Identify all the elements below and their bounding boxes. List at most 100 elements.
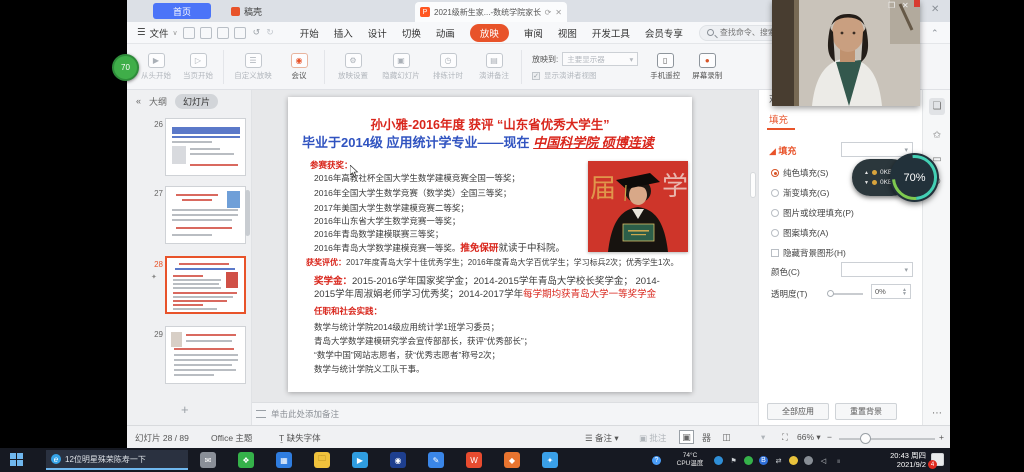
screen-record-button[interactable]: ● 屏幕录制 xyxy=(686,53,728,81)
normal-view-icon[interactable]: ▣ xyxy=(679,430,694,444)
video-close-hot-corner[interactable] xyxy=(914,0,920,7)
preview-icon[interactable] xyxy=(234,27,246,39)
video-restore-icon[interactable]: ❐ xyxy=(888,1,895,10)
action-center-icon[interactable]: 4 xyxy=(931,453,944,466)
taskbar-app-icon[interactable]: ✎ xyxy=(428,452,444,468)
taskbar-wps-icon[interactable]: W xyxy=(466,452,482,468)
tray-network-share-icon[interactable]: ⇄ xyxy=(774,456,783,465)
taskbar-app-icon[interactable]: ▶ xyxy=(352,452,368,468)
tray-bluetooth-icon[interactable]: B xyxy=(759,456,768,465)
tray-usb-icon[interactable] xyxy=(804,456,813,465)
notes-bar[interactable]: 单击此处添加备注 xyxy=(252,402,758,425)
video-close-icon[interactable]: ✕ xyxy=(902,1,909,10)
tray-flag-icon[interactable]: ⚑ xyxy=(729,456,738,465)
smart-features-star-icon[interactable]: ✩ xyxy=(929,130,945,141)
notes-toggle[interactable]: ☰ 备注 ▾ xyxy=(585,432,619,444)
fit-slide-icon[interactable]: ⛶ xyxy=(782,432,788,443)
close-tab-icon[interactable]: ✕ xyxy=(555,8,562,17)
taskbar-clock[interactable]: 20:43 周四 2021/9/2 xyxy=(868,451,926,469)
window-close-icon[interactable]: ✕ xyxy=(931,4,939,15)
print-icon[interactable] xyxy=(200,27,212,39)
file-menu[interactable]: ☰ 文件 ∨ xyxy=(127,26,178,40)
menu-start[interactable]: 开始 xyxy=(300,26,319,40)
memory-usage-ring[interactable]: 70% xyxy=(890,153,939,202)
taskbar-app-icon[interactable]: ✉ xyxy=(200,452,216,468)
taskbar-app-icon[interactable]: ▦ xyxy=(276,452,292,468)
taskbar-folder-icon[interactable]: 🗀 xyxy=(314,452,330,468)
zoom-slider[interactable] xyxy=(839,438,935,440)
menu-transition[interactable]: 切换 xyxy=(402,26,421,40)
fill-type-dropdown[interactable]: ▾ xyxy=(841,142,913,157)
hide-background-checkbox[interactable] xyxy=(771,249,779,257)
meeting-button[interactable]: ◉ 会议 xyxy=(278,53,320,81)
missing-font-indicator[interactable]: Ṯ 缺失字体 xyxy=(279,432,321,444)
chevron-down-icon[interactable]: ▾ xyxy=(761,432,765,443)
tab-outline[interactable]: 大纲 xyxy=(149,95,167,108)
export-icon[interactable] xyxy=(217,27,229,39)
pattern-fill-radio[interactable] xyxy=(771,229,779,237)
redo-icon[interactable]: ↻ xyxy=(266,27,274,38)
zoom-slider-thumb[interactable] xyxy=(860,433,871,444)
picture-fill-radio[interactable] xyxy=(771,209,779,217)
tray-app-icon[interactable] xyxy=(714,456,723,465)
zoom-level[interactable]: 66% ▾ xyxy=(797,432,821,443)
slide-thumbnail-27[interactable] xyxy=(165,186,246,244)
menu-review[interactable]: 审阅 xyxy=(524,26,543,40)
tray-volume-icon[interactable]: ◁ xyxy=(819,456,828,465)
collapse-panel-icon[interactable]: « xyxy=(136,96,141,106)
slide-28[interactable]: 孙小雅-2016年度 获评 “山东省优秀大学生” 毕业于2014级 应用统计学专… xyxy=(288,97,692,392)
theme-name[interactable]: Office 主题 xyxy=(211,432,252,444)
menu-view[interactable]: 视图 xyxy=(558,26,577,40)
rehearse-button[interactable]: ◷ 排练计时 xyxy=(425,53,471,81)
color-dropdown[interactable]: ▾ xyxy=(841,262,913,277)
comments-toggle[interactable]: ▣ 批注 xyxy=(639,432,666,444)
taskbar-browser-button[interactable]: e 12位明星殊荣陈寿一下 xyxy=(46,450,188,470)
taskbar-app-icon[interactable]: ✦ xyxy=(542,452,558,468)
tray-green-icon[interactable] xyxy=(744,456,753,465)
tray-wifi-icon[interactable]: ₗₗ xyxy=(834,456,843,465)
undo-icon[interactable]: ↺ xyxy=(253,27,261,38)
tray-yellow-icon[interactable] xyxy=(789,456,798,465)
gradient-fill-radio[interactable] xyxy=(771,189,779,197)
taskbar-meeting-icon[interactable]: ◉ xyxy=(390,452,406,468)
apply-all-button[interactable]: 全部应用 xyxy=(767,403,829,420)
fill-tab[interactable]: 填充 xyxy=(769,112,788,126)
show-settings-button[interactable]: ⚙ 放映设置 xyxy=(329,53,377,81)
reading-view-icon[interactable]: ◫ xyxy=(719,430,734,444)
transparency-slider[interactable] xyxy=(829,293,863,295)
menu-insert[interactable]: 插入 xyxy=(334,26,353,40)
zoom-in-button[interactable]: + xyxy=(939,432,944,442)
custom-show-button[interactable]: ☰ 自定义放映 xyxy=(228,53,278,81)
booster-ball[interactable]: 70 xyxy=(112,54,139,81)
transparency-value-box[interactable]: 0% ▲▼ xyxy=(871,284,911,299)
presenter-view-checkbox[interactable]: ✓ xyxy=(532,72,540,80)
add-slide-button[interactable]: + xyxy=(181,402,189,417)
menu-slideshow-active[interactable]: 放映 xyxy=(470,24,509,42)
display-monitor-select[interactable]: 主要显示器 ▾ xyxy=(562,52,638,66)
cpu-temperature[interactable]: 74°C CPU温度 xyxy=(672,452,708,468)
thumbnail-scrollbar[interactable] xyxy=(245,190,250,236)
tab-document[interactable]: P 2021级新生家...-数统学院家长会 ⟳ ✕ xyxy=(415,2,567,22)
slide-thumbnail-28-selected[interactable] xyxy=(165,256,246,314)
phone-remote-button[interactable]: ▯ 手机遥控 xyxy=(644,53,686,81)
slide-thumbnail-26[interactable] xyxy=(165,118,246,176)
menu-devtools[interactable]: 开发工具 xyxy=(592,26,630,40)
menu-vip[interactable]: 会员专享 xyxy=(645,26,683,40)
start-button[interactable] xyxy=(10,453,24,467)
zoom-out-button[interactable]: − xyxy=(827,432,832,442)
from-current-button[interactable]: ▷ 当页开始 xyxy=(177,53,219,81)
collapse-ribbon-icon[interactable]: ⌃ xyxy=(931,28,939,39)
slide-thumbnail-29[interactable] xyxy=(165,326,246,384)
transparency-slider-thumb[interactable] xyxy=(827,290,834,297)
save-icon[interactable] xyxy=(183,27,195,39)
slide-sorter-icon[interactable]: 器 xyxy=(699,430,714,444)
menu-design[interactable]: 设计 xyxy=(368,26,387,40)
video-call-window[interactable]: ❐ ✕ xyxy=(772,0,920,106)
hide-slide-button[interactable]: ▣ 隐藏幻灯片 xyxy=(377,53,425,81)
tray-help-icon[interactable]: ? xyxy=(652,456,661,465)
taskbar-app-icon[interactable]: ❖ xyxy=(238,452,254,468)
from-beginning-button[interactable]: ▶ 从头开始 xyxy=(135,53,177,81)
tab-workspace[interactable]: 稿壳 xyxy=(223,3,270,19)
canvas-scrollbar[interactable] xyxy=(750,172,756,198)
solid-fill-radio[interactable] xyxy=(771,169,779,177)
